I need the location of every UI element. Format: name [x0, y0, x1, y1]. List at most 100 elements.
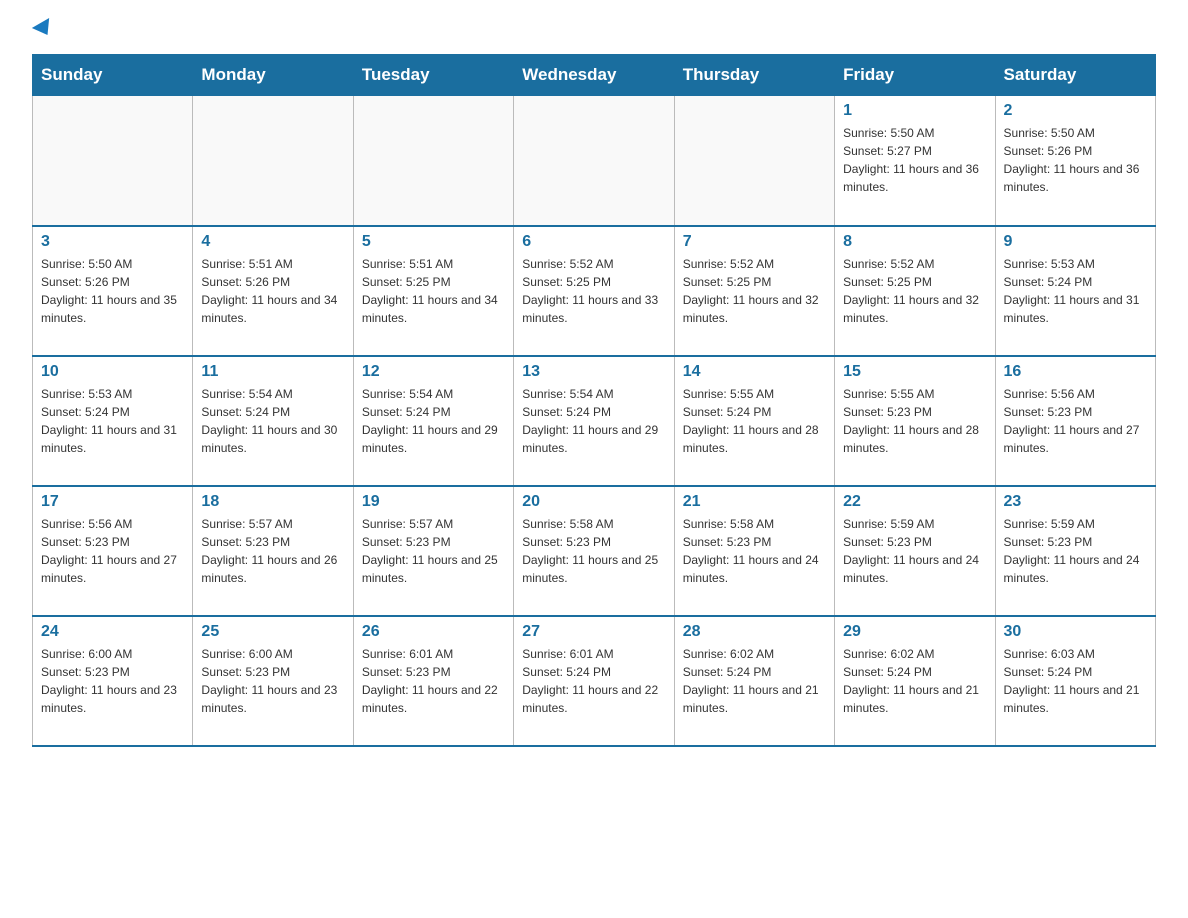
calendar-cell [193, 96, 353, 226]
calendar-cell: 21 Sunrise: 5:58 AM Sunset: 5:23 PM Dayli… [674, 486, 834, 616]
day-number: 1 [843, 102, 986, 120]
day-number: 11 [201, 363, 344, 381]
calendar-cell [353, 96, 513, 226]
calendar-cell [33, 96, 193, 226]
calendar-cell: 13 Sunrise: 5:54 AM Sunset: 5:24 PM Dayli… [514, 356, 674, 486]
day-info: Sunrise: 5:53 AM Sunset: 5:24 PM Dayligh… [1004, 255, 1147, 327]
calendar-cell: 1 Sunrise: 5:50 AM Sunset: 5:27 PM Daylig… [835, 96, 995, 226]
calendar-cell: 12Sunrise: 5:54 AM Sunset: 5:24 PM Dayli… [353, 356, 513, 486]
day-number: 3 [41, 233, 184, 251]
day-info: Sunrise: 5:56 AM Sunset: 5:23 PM Dayligh… [41, 515, 184, 587]
day-info: Sunrise: 5:54 AM Sunset: 5:24 PM Dayligh… [362, 385, 505, 457]
day-info: Sunrise: 6:02 AM Sunset: 5:24 PM Dayligh… [683, 645, 826, 717]
day-info: Sunrise: 5:56 AM Sunset: 5:23 PM Dayligh… [1004, 385, 1147, 457]
day-number: 20 [522, 493, 665, 511]
calendar-cell: 16 Sunrise: 5:56 AM Sunset: 5:23 PM Dayli… [995, 356, 1155, 486]
day-number: 23 [1004, 493, 1147, 511]
day-number: 30 [1004, 623, 1147, 641]
day-info: Sunrise: 5:57 AM Sunset: 5:23 PM Dayligh… [201, 515, 344, 587]
day-number: 25 [201, 623, 344, 641]
calendar-cell: 20 Sunrise: 5:58 AM Sunset: 5:23 PM Dayli… [514, 486, 674, 616]
calendar-cell: 26 Sunrise: 6:01 AM Sunset: 5:23 PM Dayli… [353, 616, 513, 746]
day-number: 17 [41, 493, 184, 511]
calendar-week-5: 24 Sunrise: 6:00 AM Sunset: 5:23 PM Dayli… [33, 616, 1156, 746]
calendar-cell: 10 Sunrise: 5:53 AM Sunset: 5:24 PM Dayli… [33, 356, 193, 486]
calendar-cell: 28 Sunrise: 6:02 AM Sunset: 5:24 PM Dayli… [674, 616, 834, 746]
calendar-cell: 14Sunrise: 5:55 AM Sunset: 5:24 PM Dayli… [674, 356, 834, 486]
day-info: Sunrise: 5:52 AM Sunset: 5:25 PM Dayligh… [522, 255, 665, 327]
day-info: Sunrise: 5:54 AM Sunset: 5:24 PM Dayligh… [201, 385, 344, 457]
calendar-cell: 4Sunrise: 5:51 AM Sunset: 5:26 PM Daylig… [193, 226, 353, 356]
weekday-header-monday: Monday [193, 55, 353, 96]
calendar-cell: 11 Sunrise: 5:54 AM Sunset: 5:24 PM Dayli… [193, 356, 353, 486]
calendar-cell: 25Sunrise: 6:00 AM Sunset: 5:23 PM Dayli… [193, 616, 353, 746]
calendar-cell: 9 Sunrise: 5:53 AM Sunset: 5:24 PM Daylig… [995, 226, 1155, 356]
day-number: 28 [683, 623, 826, 641]
calendar-cell: 30 Sunrise: 6:03 AM Sunset: 5:24 PM Dayli… [995, 616, 1155, 746]
weekday-header-thursday: Thursday [674, 55, 834, 96]
calendar-cell [514, 96, 674, 226]
day-number: 29 [843, 623, 986, 641]
calendar-cell: 3 Sunrise: 5:50 AM Sunset: 5:26 PM Daylig… [33, 226, 193, 356]
calendar-cell: 18 Sunrise: 5:57 AM Sunset: 5:23 PM Dayli… [193, 486, 353, 616]
day-number: 27 [522, 623, 665, 641]
day-info: Sunrise: 5:53 AM Sunset: 5:24 PM Dayligh… [41, 385, 184, 457]
day-number: 22 [843, 493, 986, 511]
weekday-header-row: SundayMondayTuesdayWednesdayThursdayFrid… [33, 55, 1156, 96]
weekday-header-wednesday: Wednesday [514, 55, 674, 96]
day-info: Sunrise: 5:52 AM Sunset: 5:25 PM Dayligh… [683, 255, 826, 327]
logo-triangle-icon [32, 18, 56, 40]
day-number: 13 [522, 363, 665, 381]
day-number: 15 [843, 363, 986, 381]
day-number: 26 [362, 623, 505, 641]
calendar-cell: 17 Sunrise: 5:56 AM Sunset: 5:23 PM Dayli… [33, 486, 193, 616]
day-info: Sunrise: 5:50 AM Sunset: 5:26 PM Dayligh… [1004, 124, 1147, 196]
day-number: 4 [201, 233, 344, 251]
calendar-cell: 27Sunrise: 6:01 AM Sunset: 5:24 PM Dayli… [514, 616, 674, 746]
calendar-cell: 23Sunrise: 5:59 AM Sunset: 5:23 PM Dayli… [995, 486, 1155, 616]
day-info: Sunrise: 5:50 AM Sunset: 5:26 PM Dayligh… [41, 255, 184, 327]
day-number: 10 [41, 363, 184, 381]
day-info: Sunrise: 6:00 AM Sunset: 5:23 PM Dayligh… [41, 645, 184, 717]
day-info: Sunrise: 5:51 AM Sunset: 5:25 PM Dayligh… [362, 255, 505, 327]
day-info: Sunrise: 6:03 AM Sunset: 5:24 PM Dayligh… [1004, 645, 1147, 717]
day-number: 19 [362, 493, 505, 511]
day-info: Sunrise: 5:58 AM Sunset: 5:23 PM Dayligh… [683, 515, 826, 587]
calendar-week-2: 3 Sunrise: 5:50 AM Sunset: 5:26 PM Daylig… [33, 226, 1156, 356]
calendar-cell: 6Sunrise: 5:52 AM Sunset: 5:25 PM Daylig… [514, 226, 674, 356]
calendar-cell: 15 Sunrise: 5:55 AM Sunset: 5:23 PM Dayli… [835, 356, 995, 486]
day-number: 2 [1004, 102, 1147, 120]
day-number: 14 [683, 363, 826, 381]
weekday-header-saturday: Saturday [995, 55, 1155, 96]
day-info: Sunrise: 5:54 AM Sunset: 5:24 PM Dayligh… [522, 385, 665, 457]
day-number: 18 [201, 493, 344, 511]
day-info: Sunrise: 5:58 AM Sunset: 5:23 PM Dayligh… [522, 515, 665, 587]
day-number: 5 [362, 233, 505, 251]
weekday-header-friday: Friday [835, 55, 995, 96]
day-number: 21 [683, 493, 826, 511]
day-number: 7 [683, 233, 826, 251]
calendar-cell [674, 96, 834, 226]
calendar-cell: 5 Sunrise: 5:51 AM Sunset: 5:25 PM Daylig… [353, 226, 513, 356]
calendar-cell: 22 Sunrise: 5:59 AM Sunset: 5:23 PM Dayli… [835, 486, 995, 616]
calendar-cell: 29Sunrise: 6:02 AM Sunset: 5:24 PM Dayli… [835, 616, 995, 746]
day-info: Sunrise: 5:50 AM Sunset: 5:27 PM Dayligh… [843, 124, 986, 196]
page-header [32, 24, 1156, 38]
weekday-header-sunday: Sunday [33, 55, 193, 96]
calendar-week-4: 17 Sunrise: 5:56 AM Sunset: 5:23 PM Dayli… [33, 486, 1156, 616]
weekday-header-tuesday: Tuesday [353, 55, 513, 96]
day-info: Sunrise: 6:01 AM Sunset: 5:23 PM Dayligh… [362, 645, 505, 717]
day-number: 9 [1004, 233, 1147, 251]
day-info: Sunrise: 5:59 AM Sunset: 5:23 PM Dayligh… [843, 515, 986, 587]
calendar-table: SundayMondayTuesdayWednesdayThursdayFrid… [32, 54, 1156, 747]
calendar-cell: 8Sunrise: 5:52 AM Sunset: 5:25 PM Daylig… [835, 226, 995, 356]
day-number: 24 [41, 623, 184, 641]
calendar-cell: 24 Sunrise: 6:00 AM Sunset: 5:23 PM Dayli… [33, 616, 193, 746]
calendar-week-1: 1 Sunrise: 5:50 AM Sunset: 5:27 PM Daylig… [33, 96, 1156, 226]
calendar-cell: 7 Sunrise: 5:52 AM Sunset: 5:25 PM Daylig… [674, 226, 834, 356]
calendar-cell: 2 Sunrise: 5:50 AM Sunset: 5:26 PM Daylig… [995, 96, 1155, 226]
calendar-cell: 19Sunrise: 5:57 AM Sunset: 5:23 PM Dayli… [353, 486, 513, 616]
day-info: Sunrise: 5:52 AM Sunset: 5:25 PM Dayligh… [843, 255, 986, 327]
day-number: 16 [1004, 363, 1147, 381]
day-info: Sunrise: 5:55 AM Sunset: 5:23 PM Dayligh… [843, 385, 986, 457]
